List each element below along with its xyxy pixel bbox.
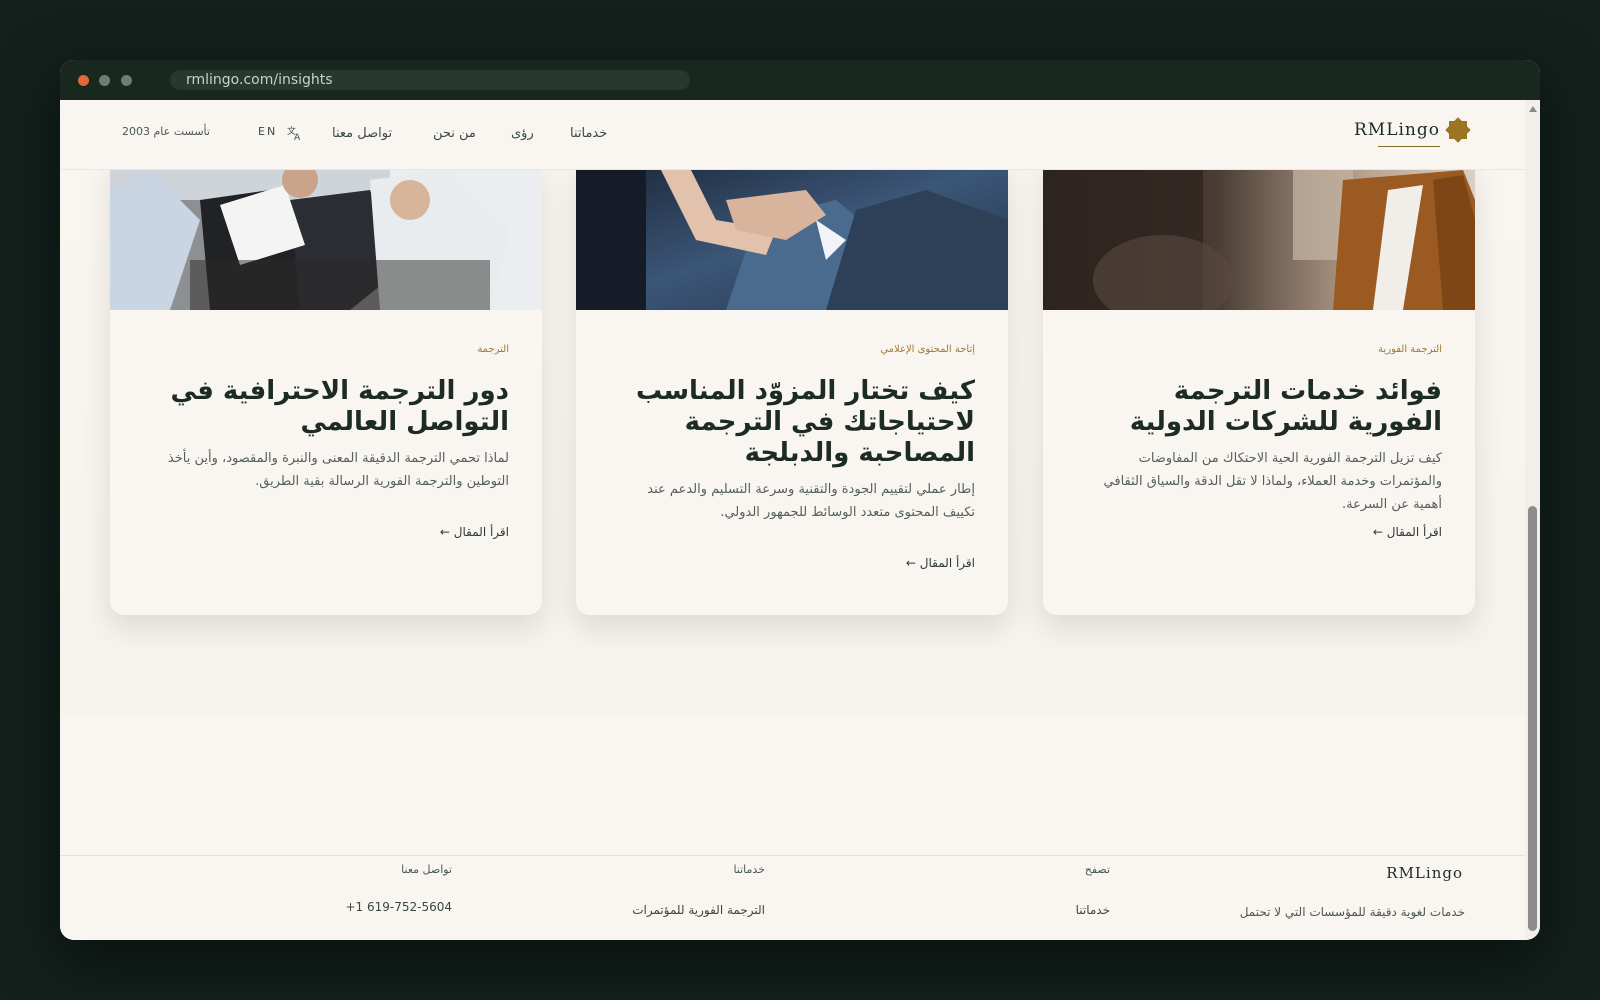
article-card[interactable]: إتاحة المحتوى الإعلامي كيف تختار المزوّد… <box>576 160 1008 615</box>
logo-wordmark: RMLingo <box>1354 120 1440 140</box>
scroll-up-arrow-icon[interactable] <box>1529 106 1537 112</box>
eight-point-star-icon <box>1445 117 1471 143</box>
article-category[interactable]: الترجمة الفورية <box>1378 344 1442 355</box>
address-bar[interactable]: rmlingo.com/insights <box>170 70 690 90</box>
footer-link[interactable]: خدماتنا <box>1076 903 1110 917</box>
maximize-window-button[interactable] <box>121 75 132 86</box>
footer-heading-services: خدماتنا <box>733 863 765 876</box>
page-viewport: الترجمة الفورية فوائد خدمات الترجمة الفو… <box>60 100 1525 940</box>
footer-link[interactable]: الترجمة الفورية للمؤتمرات <box>632 903 765 917</box>
close-window-button[interactable] <box>78 75 89 86</box>
article-excerpt: كيف تزيل الترجمة الفورية الحية الاحتكاك … <box>1103 451 1442 512</box>
article-title[interactable]: كيف تختار المزوّد المناسب لاحتياجاتك في … <box>605 376 975 469</box>
founded-note: تأسست عام 2003 <box>122 125 210 138</box>
svg-text:A: A <box>294 133 301 141</box>
browser-titlebar: rmlingo.com/insights <box>60 60 1540 100</box>
translate-icon[interactable]: 文 A <box>287 125 303 141</box>
article-image <box>110 160 542 310</box>
article-category[interactable]: إتاحة المحتوى الإعلامي <box>880 344 975 355</box>
footer-logo[interactable]: RMLingo <box>1386 864 1463 882</box>
footer-heading-contact: تواصل معنا <box>401 863 452 876</box>
article-image <box>576 160 1008 310</box>
article-image <box>1043 160 1475 310</box>
article-category[interactable]: الترجمة <box>477 344 509 355</box>
read-article-link[interactable]: اقرأ المقال ← <box>440 525 509 539</box>
article-excerpt: إطار عملي لتقييم الجودة والتقنية وسرعة ا… <box>647 482 975 520</box>
read-article-link[interactable]: اقرأ المقال ← <box>906 556 975 570</box>
article-excerpt: لماذا تحمي الترجمة الدقيقة المعنى والنبر… <box>167 451 509 489</box>
footer-heading-browse: تصفح <box>1084 863 1110 876</box>
page-scrollbar[interactable] <box>1525 100 1540 940</box>
article-title[interactable]: فوائد خدمات الترجمة الفورية للشركات الدو… <box>1072 376 1442 438</box>
nav-link-services[interactable]: خدماتنا <box>570 126 607 141</box>
browser-window: rmlingo.com/insights الترجمة الفورية فوا… <box>60 60 1540 940</box>
nav-link-about[interactable]: من نحن <box>433 126 476 141</box>
insights-section: الترجمة الفورية فوائد خدمات الترجمة الفو… <box>60 160 1525 715</box>
article-card[interactable]: الترجمة الفورية فوائد خدمات الترجمة الفو… <box>1043 160 1475 615</box>
footer-description: خدمات لغوية دقيقة للمؤسسات التي لا تحتمل <box>1239 905 1465 919</box>
nav-link-insights[interactable]: رؤى <box>511 126 534 141</box>
footer-phone[interactable]: +1 619-752-5604 <box>345 900 452 914</box>
scrollbar-thumb[interactable] <box>1528 506 1537 931</box>
site-logo[interactable]: RMLingo <box>1347 114 1472 150</box>
language-switch[interactable]: EN <box>258 125 277 138</box>
read-article-link[interactable]: اقرأ المقال ← <box>1373 525 1442 539</box>
site-header: RMLingo خدماتنا رؤى من نحن تواصل معنا EN… <box>60 100 1525 170</box>
article-card[interactable]: الترجمة دور الترجمة الاحترافية في التواص… <box>110 160 542 615</box>
nav-link-contact[interactable]: تواصل معنا <box>332 126 392 141</box>
article-title[interactable]: دور الترجمة الاحترافية في التواصل العالم… <box>139 376 509 438</box>
minimize-window-button[interactable] <box>99 75 110 86</box>
